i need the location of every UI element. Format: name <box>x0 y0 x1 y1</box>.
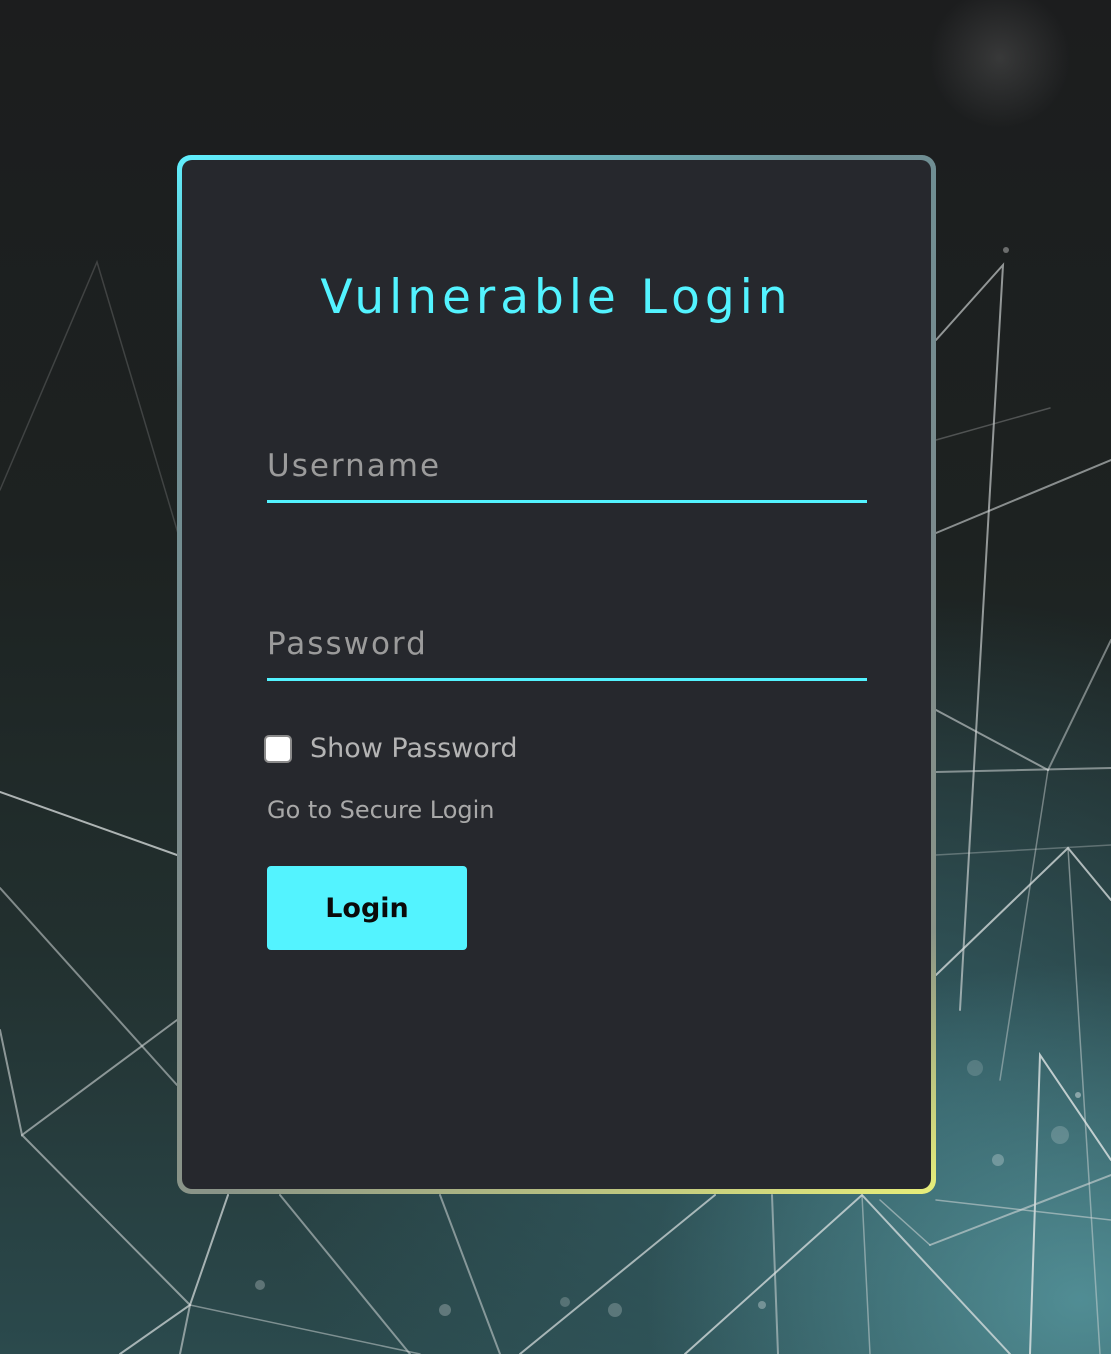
show-password-label[interactable]: Show Password <box>310 733 518 764</box>
show-password-checkbox[interactable] <box>264 734 292 763</box>
page-title: Vulnerable Login <box>320 270 793 325</box>
password-input[interactable] <box>267 626 867 681</box>
login-card: Vulnerable Login Show Password Go to Sec… <box>182 160 931 1189</box>
show-password-row: Show Password <box>264 733 518 764</box>
login-button[interactable]: Login <box>267 866 467 950</box>
username-field-wrapper <box>267 448 867 503</box>
password-field-wrapper <box>267 626 867 681</box>
secure-login-link[interactable]: Go to Secure Login <box>267 796 495 824</box>
login-card-frame: Vulnerable Login Show Password Go to Sec… <box>177 155 936 1194</box>
username-input[interactable] <box>267 448 867 503</box>
